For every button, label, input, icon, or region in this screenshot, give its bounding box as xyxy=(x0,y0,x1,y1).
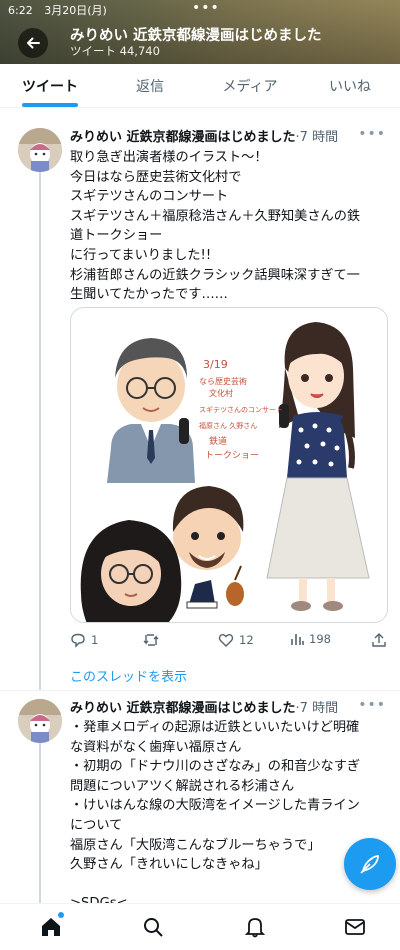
illustration-date: 3/19 xyxy=(203,358,228,371)
more-icon[interactable]: ••• xyxy=(358,697,386,713)
avatar[interactable] xyxy=(18,699,62,743)
tweet-line: 久野さん「きれいにしなきゃね」 xyxy=(70,857,268,873)
tweet-line: スギテツさんのコンサート xyxy=(70,189,229,205)
tweet-line: な資料がなく歯痒い福原さん xyxy=(70,739,242,755)
views-button[interactable]: 198 xyxy=(290,632,331,646)
back-button[interactable] xyxy=(18,28,48,58)
retweet-button[interactable] xyxy=(142,632,160,648)
tweet-image[interactable]: 3/19 なら歴史芸術 文化村 スギテツさんのコンサート 福原さん 久野さん 鉄… xyxy=(70,307,388,623)
reply-icon xyxy=(71,633,85,648)
tab-tweets[interactable]: ツイート xyxy=(0,64,100,107)
illustration-venue-2: 文化村 xyxy=(209,388,233,398)
tweet-actions: 1 12 198 xyxy=(70,632,388,652)
like-button[interactable]: 12 xyxy=(218,632,254,648)
tweet-line: スギテツさん＋福原稔浩さん＋久野知美さんの鉄 xyxy=(70,208,361,224)
like-icon xyxy=(218,634,234,647)
nav-home[interactable] xyxy=(40,916,62,942)
home-icon xyxy=(42,918,60,936)
tweet-line: 問題についアツく解説される杉浦さん xyxy=(70,778,295,794)
tab-likes[interactable]: いいね xyxy=(300,64,400,107)
nav-search[interactable] xyxy=(142,916,164,942)
messages-icon xyxy=(345,919,365,935)
status-bar: 6:22 3月20日(月) xyxy=(8,2,115,18)
tweet-line: 杉浦哲郎さんの近鉄クラシック話興味深すぎて一 xyxy=(70,267,360,283)
header-title: みりめい 近鉄京都線漫画はじめました xyxy=(70,28,322,44)
illustration-venue-1: なら歴史芸術 xyxy=(199,376,247,386)
avatar[interactable] xyxy=(18,128,62,172)
back-arrow-icon xyxy=(27,37,40,49)
tweet-line xyxy=(70,875,388,895)
tweet-line: ・発車メロディの起源は近鉄といいたいけど明確 xyxy=(70,720,360,735)
profile-header-banner: 6:22 3月20日(月) ••• みりめい 近鉄京都線漫画はじめました ツイー… xyxy=(0,0,400,64)
nav-notifications[interactable] xyxy=(244,916,266,942)
status-date: 3月20日(月) xyxy=(44,4,107,17)
views-icon xyxy=(291,634,304,645)
view-count: 198 xyxy=(309,632,331,646)
tweet-line: 今日はなら歴史芸術文化村で xyxy=(70,169,242,185)
tweet-line: について xyxy=(70,817,123,833)
tweet-line: 福原さん「大阪湾こんなブルーちゃうで」 xyxy=(70,837,321,853)
search-icon xyxy=(144,918,163,937)
tweet-line: に行ってまいりました!! xyxy=(70,247,212,263)
illustration-talkshow: トークショー xyxy=(205,450,259,461)
compose-button[interactable] xyxy=(344,838,396,890)
status-time: 6:22 xyxy=(8,4,33,17)
nav-messages[interactable] xyxy=(344,916,366,942)
tweet-meta: みりめい 近鉄京都線漫画はじめました·7 時間 xyxy=(70,697,338,716)
tweet-meta: みりめい 近鉄京都線漫画はじめました·7 時間 xyxy=(70,126,338,145)
share-icon xyxy=(372,633,386,647)
tweet-line: 道トークショー xyxy=(70,228,163,244)
show-thread-link[interactable]: このスレッドを表示 xyxy=(70,666,187,685)
thread-line xyxy=(39,172,41,691)
illustration-man-beard xyxy=(172,486,244,570)
like-count: 12 xyxy=(239,633,254,647)
home-new-indicator xyxy=(58,912,64,918)
reply-button[interactable]: 1 xyxy=(70,632,98,648)
more-icon[interactable]: ••• xyxy=(358,126,386,142)
tweet-text: 取り急ぎ出演者様のイラスト～！ 今日はなら歴史芸術文化村で スギテツさんのコンサ… xyxy=(70,148,388,305)
tweet-time[interactable]: ·7 時間 xyxy=(296,130,339,145)
notifications-icon xyxy=(244,918,266,938)
profile-tabs: ツイート 返信 メディア いいね xyxy=(0,64,400,108)
header-tweet-count: ツイート 44,740 xyxy=(70,44,160,58)
author-name[interactable]: みりめい 近鉄京都線漫画はじめました xyxy=(70,130,296,145)
illustration-railway: 鉄道 xyxy=(209,435,227,447)
tweet-time[interactable]: ·7 時間 xyxy=(296,701,339,716)
author-name[interactable]: みりめい 近鉄京都線漫画はじめました xyxy=(70,701,296,716)
tab-media[interactable]: メディア xyxy=(200,64,300,107)
thread-line xyxy=(39,743,41,903)
drag-handle-dots: ••• xyxy=(192,0,220,16)
tweet-line: 取り急ぎ出演者様のイラスト～！ xyxy=(70,150,268,165)
illustration-guests: 福原さん 久野さん xyxy=(199,421,257,430)
tweet-line: ・初期の「ドナウ川のさざなみ」の和音少なすぎ xyxy=(70,759,361,775)
illustration-concert: スギテツさんのコンサート xyxy=(199,406,283,414)
share-button[interactable] xyxy=(372,632,386,648)
tweet-line: 生聞いてたかったです…… xyxy=(70,287,228,303)
compose-icon xyxy=(360,855,379,874)
tweet-2[interactable]: みりめい 近鉄京都線漫画はじめました·7 時間 ••• ・発車メロディの起源は近… xyxy=(0,691,400,911)
bottom-navigation xyxy=(0,903,400,950)
retweet-icon xyxy=(143,634,159,646)
tab-replies[interactable]: 返信 xyxy=(100,64,200,107)
tweet-line: ・けいはんな線の大阪湾をイメージした青ライン xyxy=(70,798,360,814)
reply-count: 1 xyxy=(91,633,99,647)
tweet-text: ・発車メロディの起源は近鉄といいたいけど明確 な資料がなく歯痒い福原さん ・初期… xyxy=(70,718,388,914)
